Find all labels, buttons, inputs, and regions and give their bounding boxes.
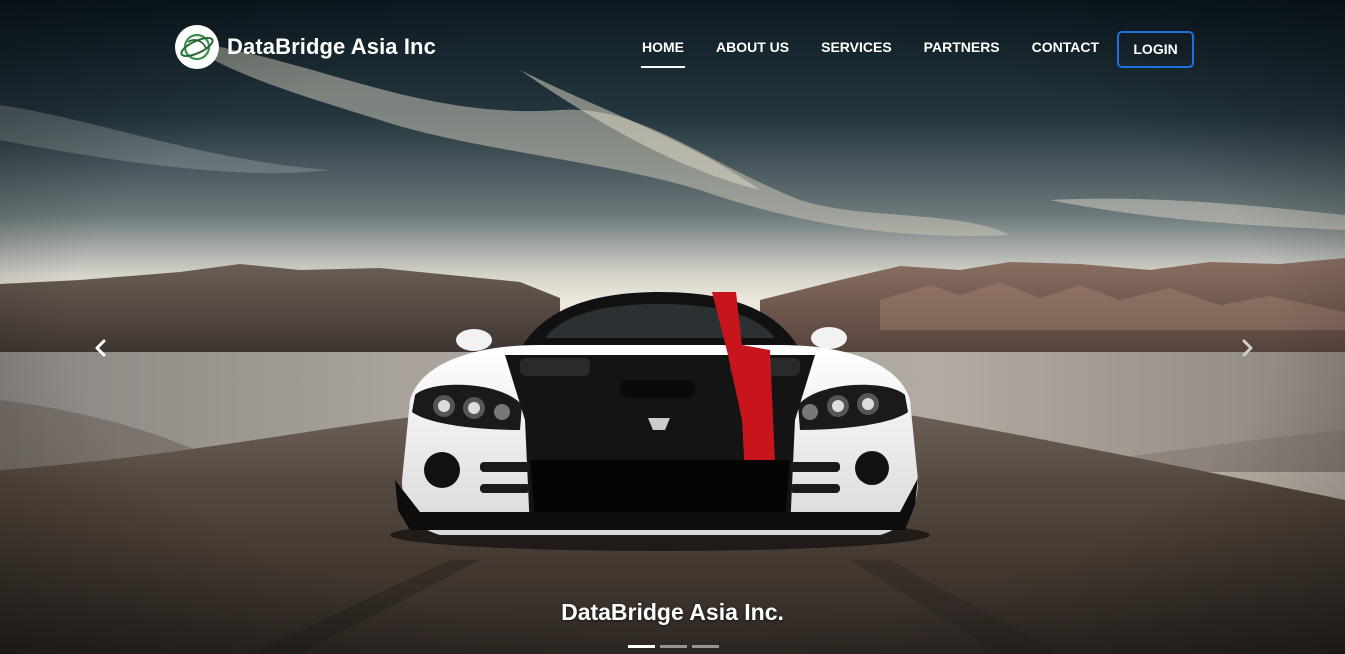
- chevron-right-icon: [1242, 339, 1253, 357]
- brand-name: DataBridge Asia Inc: [227, 34, 436, 59]
- main-nav: HOME ABOUT US SERVICES PARTNERS CONTACT …: [626, 27, 1195, 68]
- navbar: DataBridge Asia Inc HOME ABOUT US SERVIC…: [0, 0, 1345, 92]
- chevron-left-icon: [95, 339, 106, 357]
- nav-contact[interactable]: CONTACT: [1016, 29, 1115, 65]
- hero-carousel: DataBridge Asia Inc HOME ABOUT US SERVIC…: [0, 0, 1345, 654]
- brand-link[interactable]: DataBridge Asia Inc: [175, 24, 436, 70]
- login-button[interactable]: LOGIN: [1117, 30, 1195, 68]
- carousel-indicator[interactable]: [660, 645, 687, 648]
- nav-services[interactable]: SERVICES: [805, 29, 908, 65]
- nav-about-us[interactable]: ABOUT US: [700, 29, 805, 65]
- carousel-caption: DataBridge Asia Inc.: [561, 599, 784, 625]
- carousel-indicator[interactable]: [628, 645, 655, 648]
- hero-background-image: [0, 0, 1345, 654]
- nav-home[interactable]: HOME: [626, 29, 700, 68]
- globe-orbit-logo-icon: [175, 25, 219, 69]
- carousel-next-button[interactable]: [1229, 330, 1265, 366]
- nav-partners[interactable]: PARTNERS: [908, 29, 1016, 65]
- carousel-indicator[interactable]: [692, 645, 719, 648]
- carousel-prev-button[interactable]: [83, 330, 119, 366]
- carousel-indicators: [628, 645, 724, 648]
